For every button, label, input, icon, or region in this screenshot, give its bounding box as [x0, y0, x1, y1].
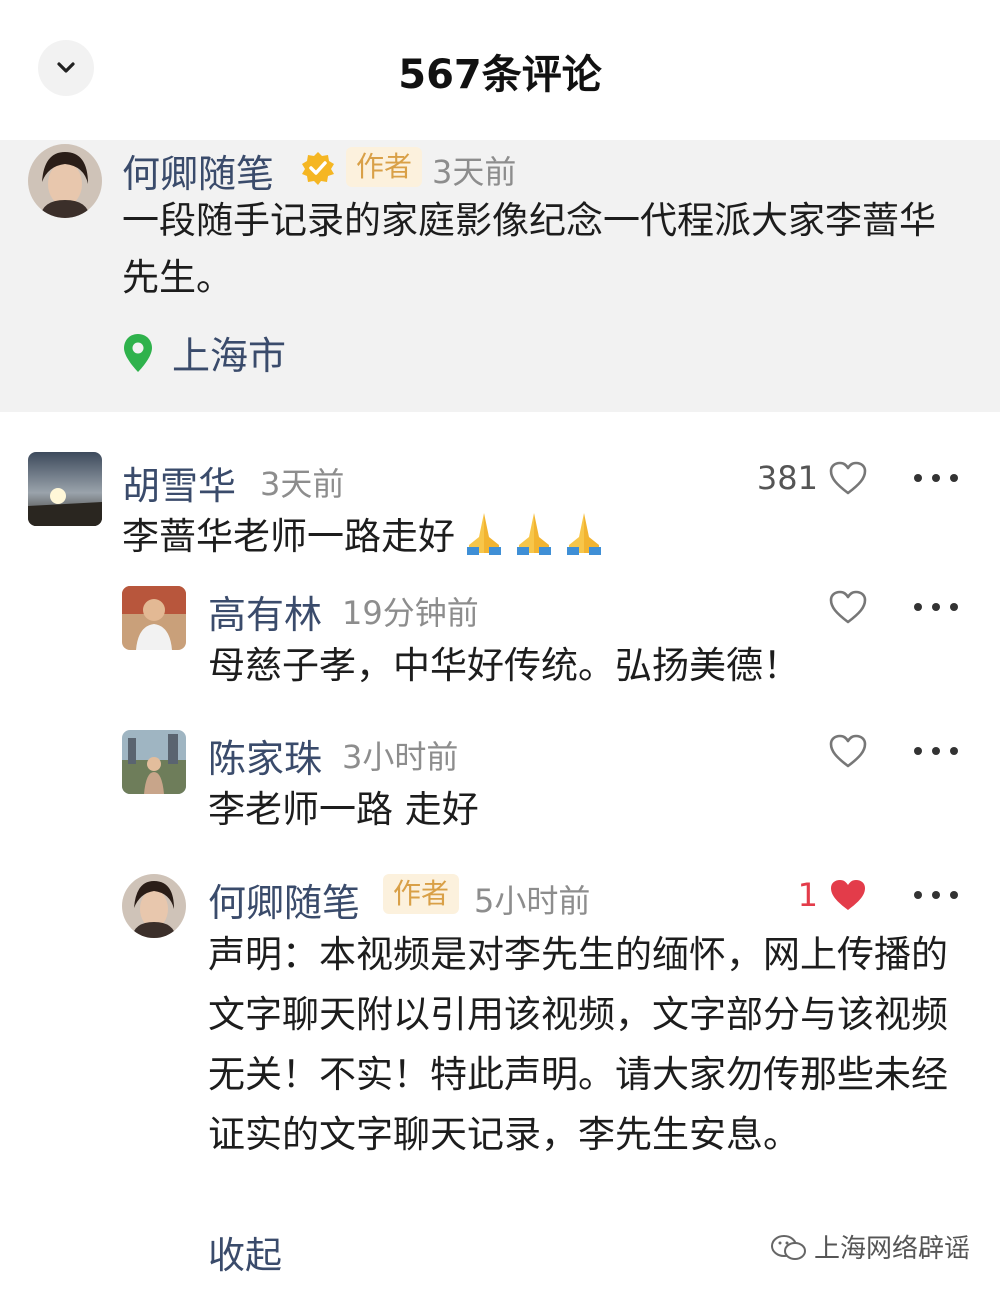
author-name[interactable]: 胡雪华	[122, 455, 236, 510]
avatar[interactable]	[28, 144, 102, 218]
avatar[interactable]	[122, 730, 186, 794]
heart-outline-icon[interactable]	[828, 460, 868, 496]
avatar[interactable]	[28, 452, 102, 526]
praying-hands-emoji	[461, 508, 611, 565]
comment-text[interactable]: 李蔷华老师一路走好	[122, 508, 962, 565]
watermark: 上海网络辟谣	[770, 1228, 970, 1265]
comment-text[interactable]: 李老师一路 走好	[208, 781, 968, 838]
comments-title: 567条评论	[398, 52, 602, 98]
comment-time: 3天前	[432, 153, 517, 191]
comment-text[interactable]: 一段随手记录的家庭影像纪念一代程派大家李蔷华先生。	[122, 192, 972, 306]
avatar[interactable]	[122, 586, 186, 650]
comment-time: 19分钟前	[342, 594, 479, 632]
more-options-button[interactable]	[914, 601, 958, 613]
author-name[interactable]: 何卿随笔	[122, 143, 274, 198]
location-pin-icon	[124, 334, 152, 372]
comment-text[interactable]: 母慈子孝，中华好传统。弘扬美德！	[208, 637, 968, 694]
heart-outline-icon[interactable]	[828, 589, 868, 625]
more-options-button[interactable]	[914, 472, 958, 484]
author-name[interactable]: 何卿随笔	[208, 872, 360, 927]
heart-filled-icon[interactable]	[828, 877, 868, 913]
verified-badge-icon	[302, 152, 334, 185]
collapse-replies-button[interactable]: 收起	[208, 1225, 282, 1279]
more-options-button[interactable]	[914, 889, 958, 901]
location-label[interactable]: 上海市	[172, 325, 286, 380]
author-tag: 作者	[346, 147, 423, 187]
comment-time: 5小时前	[474, 882, 591, 920]
like-count: 381	[756, 459, 818, 497]
avatar[interactable]	[122, 874, 186, 938]
comment-text[interactable]: 声明：本视频是对李先生的缅怀，网上传播的文字聊天附以引用该视频，文字部分与该视频…	[208, 925, 968, 1165]
heart-outline-icon[interactable]	[828, 733, 868, 769]
comment-text-body: 李蔷华老师一路走好	[122, 515, 455, 558]
author-name[interactable]: 高有林	[208, 584, 322, 639]
wechat-icon	[771, 1235, 806, 1260]
comment-time: 3天前	[260, 465, 345, 503]
author-name[interactable]: 陈家珠	[208, 728, 322, 783]
watermark-text: 上海网络辟谣	[814, 1234, 971, 1264]
comments-header: 567条评论	[0, 0, 1000, 140]
more-options-button[interactable]	[914, 745, 958, 757]
author-tag: 作者	[383, 874, 460, 914]
comment-time: 3小时前	[342, 738, 459, 776]
like-count: 1	[797, 876, 818, 914]
